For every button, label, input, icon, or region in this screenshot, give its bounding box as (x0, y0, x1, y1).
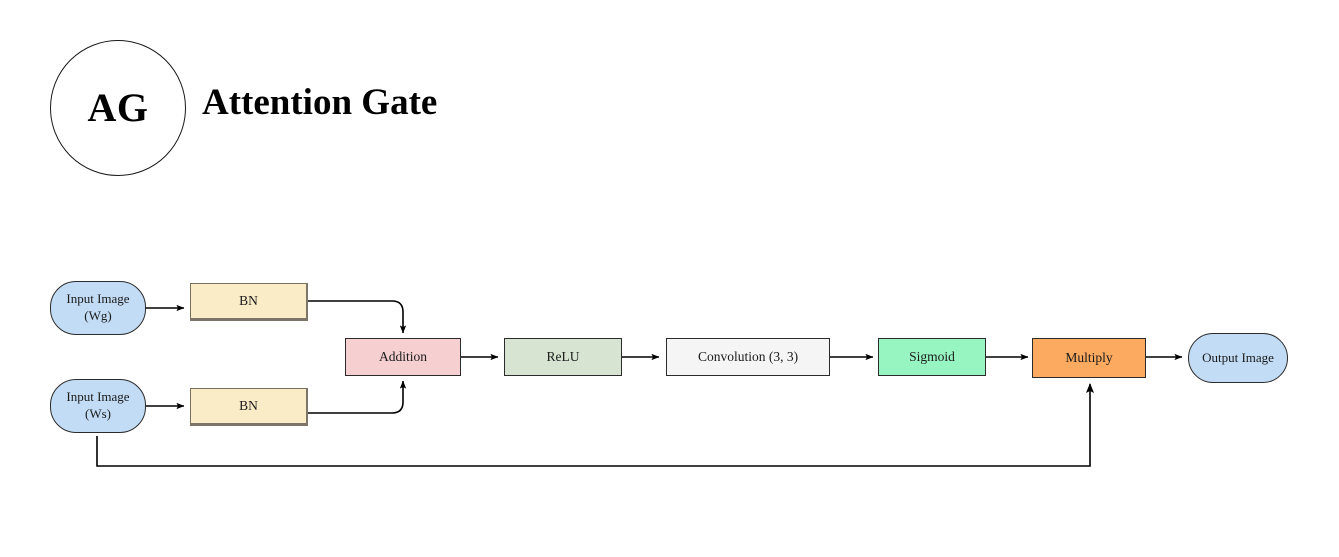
node-label-convolution: Convolution (3, 3) (697, 349, 799, 365)
node-output-image[interactable]: Output Image (1188, 333, 1288, 383)
node-input-image-wg[interactable]: Input Image (Wg) (50, 281, 146, 335)
attention-gate-badge: AG (50, 40, 186, 176)
node-label-addition: Addition (378, 349, 427, 365)
edge-bntop-to-addition (308, 300, 407, 334)
node-multiply[interactable]: Multiply (1032, 338, 1146, 378)
node-bn-top[interactable]: BN (190, 283, 308, 321)
node-label-input-ws: Input Image (Ws) (66, 389, 130, 421)
badge-label: AG (87, 85, 149, 130)
node-label-sigmoid: Sigmoid (909, 349, 955, 365)
node-sigmoid[interactable]: Sigmoid (878, 338, 986, 376)
diagram-canvas: AG Attention Gate Input Image (Wg) BN In… (0, 0, 1339, 557)
node-addition[interactable]: Addition (345, 338, 461, 376)
node-relu[interactable]: ReLU (504, 338, 622, 376)
node-label-output: Output Image (1202, 349, 1274, 365)
node-label-bn-bottom: BN (239, 398, 258, 414)
node-label-relu: ReLU (546, 349, 580, 365)
node-label-input-wg: Input Image (Wg) (66, 291, 130, 323)
node-label-multiply: Multiply (1065, 350, 1113, 366)
edge-bnbottom-to-addition (308, 380, 407, 414)
node-convolution[interactable]: Convolution (3, 3) (666, 338, 830, 376)
node-input-image-ws[interactable]: Input Image (Ws) (50, 379, 146, 433)
page-title: Attention Gate (202, 82, 438, 123)
node-bn-bottom[interactable]: BN (190, 388, 308, 426)
node-label-bn-top: BN (239, 293, 258, 309)
diagram-title-block: AG Attention Gate (50, 40, 570, 180)
